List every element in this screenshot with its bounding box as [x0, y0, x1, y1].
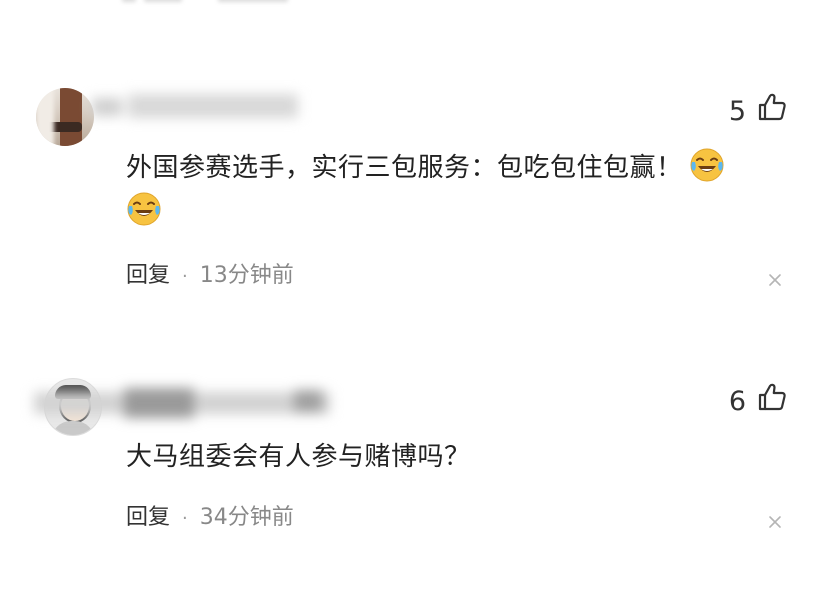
comment-meta: 回复 · 13分钟前	[126, 265, 294, 287]
comment-text-content: 外国参赛选手，实行三包服务：包吃包住包赢！	[126, 153, 683, 183]
crying-laughing-emoji-icon	[127, 192, 161, 226]
like-count: 6	[728, 386, 746, 417]
close-icon[interactable]	[768, 273, 782, 287]
reply-button[interactable]: 回复	[126, 263, 170, 288]
separator-dot: ·	[182, 266, 188, 287]
comment-time: 13分钟前	[199, 263, 294, 288]
reply-button[interactable]: 回复	[126, 505, 170, 530]
comment-text: 外国参赛选手，实行三包服务：包吃包住包赢！	[126, 146, 776, 234]
comment-time: 34分钟前	[199, 505, 294, 530]
username-blurred	[34, 388, 334, 422]
username-blurred	[92, 94, 302, 120]
avatar-photo	[36, 88, 94, 146]
comment-text-content: 大马组委会有人参与赌博吗？	[126, 442, 471, 472]
close-icon[interactable]	[768, 515, 782, 529]
comment-text: 大马组委会有人参与赌博吗？	[126, 435, 776, 479]
like-count: 5	[728, 96, 746, 127]
crying-laughing-emoji-icon	[690, 148, 724, 182]
thumbs-up-icon[interactable]	[757, 92, 787, 122]
thumbs-up-icon[interactable]	[757, 382, 787, 412]
previous-comment-fragment	[100, 0, 320, 4]
comment-meta: 回复 · 34分钟前	[126, 507, 294, 529]
separator-dot: ·	[182, 508, 188, 529]
